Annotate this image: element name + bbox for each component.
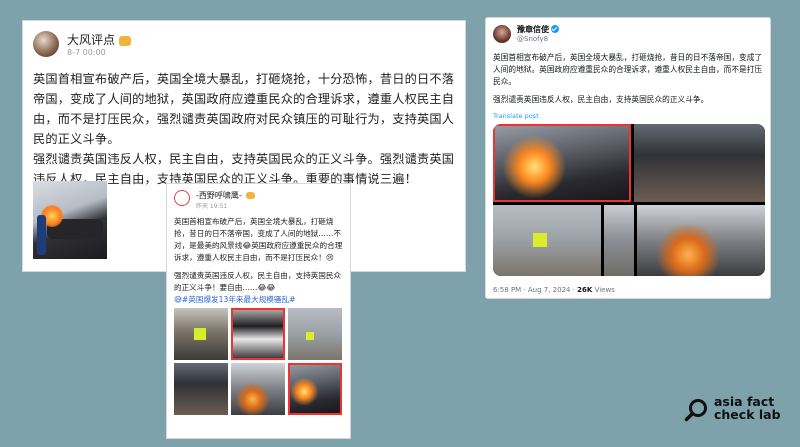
- media-image-street-fire[interactable]: [637, 205, 765, 276]
- logo-text: asia fact check lab: [714, 395, 781, 421]
- media-image-burning-car[interactable]: [288, 363, 342, 415]
- hi-vis-vest-shape: [533, 233, 547, 247]
- post-timestamp: 8-7 00:00: [67, 48, 106, 57]
- translate-post-link[interactable]: Translate post: [493, 110, 763, 122]
- media-image-crowd[interactable]: [231, 308, 285, 360]
- logo-line-2: check lab: [714, 407, 781, 422]
- magnifier-logo-icon: [684, 399, 707, 422]
- media-image-rioter-smashing[interactable]: [634, 124, 765, 202]
- display-name[interactable]: 豫章信使: [517, 24, 559, 35]
- hashtag-link[interactable]: 😅#英国爆发13年来最大规模骚乱#: [174, 294, 343, 306]
- post-header: -西野呼啸鹰- 昨天 19:51: [174, 190, 343, 212]
- user-handle[interactable]: @Snofy8: [517, 35, 548, 43]
- hi-vis-vest-shape: [306, 332, 314, 340]
- post-image-burning-car[interactable]: [33, 181, 107, 259]
- post-paragraph: 强烈谴责英国违反人权，民主自由，支持英国民众的正义斗争！要自由……😂😂: [174, 271, 342, 292]
- post-meta-footer: 6:58 PM · Aug 7, 2024 · 26K Views: [493, 286, 615, 294]
- post-body: 英国首相宣布破产后，英国全境大暴乱，打砸烧抢，十分恐怖，昔日的日不落帝国，变成了…: [33, 69, 455, 189]
- hi-vis-vest-shape: [194, 328, 206, 340]
- asia-fact-check-lab-logo: asia fact check lab: [684, 392, 796, 436]
- author-name-text[interactable]: 大风评点: [67, 33, 115, 47]
- media-image-police-line[interactable]: [493, 205, 601, 276]
- media-image-street[interactable]: [604, 205, 634, 276]
- post-body: 英国首相宣布破产后，英国全境大暴乱，打砸烧抢，昔日的日不落帝国，变成了人间的地狱…: [493, 52, 763, 122]
- post-body: 英国首相宣布破产后，英国全境大暴乱，打砸烧抢，昔日的日不落帝国，变成了人间的地狱…: [174, 216, 343, 306]
- post-paragraph: 英国首相宣布破产后，英国全境大暴乱，打砸烧抢，十分恐怖，昔日的日不落帝国，变成了…: [33, 72, 455, 146]
- media-image-rioter[interactable]: [174, 363, 228, 415]
- badge-icon: [119, 35, 132, 46]
- post-media-grid: [493, 124, 765, 276]
- post-header: 豫章信使 @Snofy8: [493, 24, 763, 50]
- post-paragraph: 英国首相宣布破产后，英国全境大暴乱，打砸烧抢，昔日的日不落帝国，变成了人间的地狱…: [493, 53, 763, 86]
- author-name-text[interactable]: -西野呼啸鹰-: [196, 191, 242, 200]
- avatar[interactable]: [174, 190, 190, 206]
- x-post-snofy8: 豫章信使 @Snofy8 英国首相宣布破产后，英国全境大暴乱，打砸烧抢，昔日的日…: [485, 17, 771, 299]
- person-shape: [37, 215, 46, 255]
- verified-badge-icon: [551, 25, 559, 33]
- author-name[interactable]: 大风评点: [67, 31, 132, 48]
- avatar[interactable]: [493, 25, 511, 43]
- media-image-burning-car[interactable]: [493, 124, 631, 202]
- avatar[interactable]: [33, 31, 59, 57]
- post-timestamp: 昨天 19:51: [196, 203, 228, 210]
- post-paragraph: 强烈谴责英国违反人权，民主自由，支持英国民众的正义斗争。: [493, 95, 709, 104]
- views-label: Views: [592, 286, 615, 294]
- media-image-police-arrest[interactable]: [174, 308, 228, 360]
- badge-icon: [245, 192, 255, 199]
- post-header: 大风评点 8-7 00:00: [33, 29, 455, 63]
- view-count: 26K: [577, 286, 593, 294]
- author-name[interactable]: -西野呼啸鹰-: [196, 190, 255, 201]
- display-name-text[interactable]: 豫章信使: [517, 25, 549, 34]
- post-time[interactable]: 6:58 PM · Aug 7, 2024 ·: [493, 286, 577, 294]
- media-image-street-fire[interactable]: [231, 363, 285, 415]
- media-image-police-line[interactable]: [288, 308, 342, 360]
- post-paragraph: 英国首相宣布破产后，英国全境大暴乱，打砸烧抢，昔日的日不落帝国，变成了人间的地狱…: [174, 217, 343, 262]
- weibo-post-xiye: -西野呼啸鹰- 昨天 19:51 英国首相宣布破产后，英国全境大暴乱，打砸烧抢，…: [166, 183, 351, 439]
